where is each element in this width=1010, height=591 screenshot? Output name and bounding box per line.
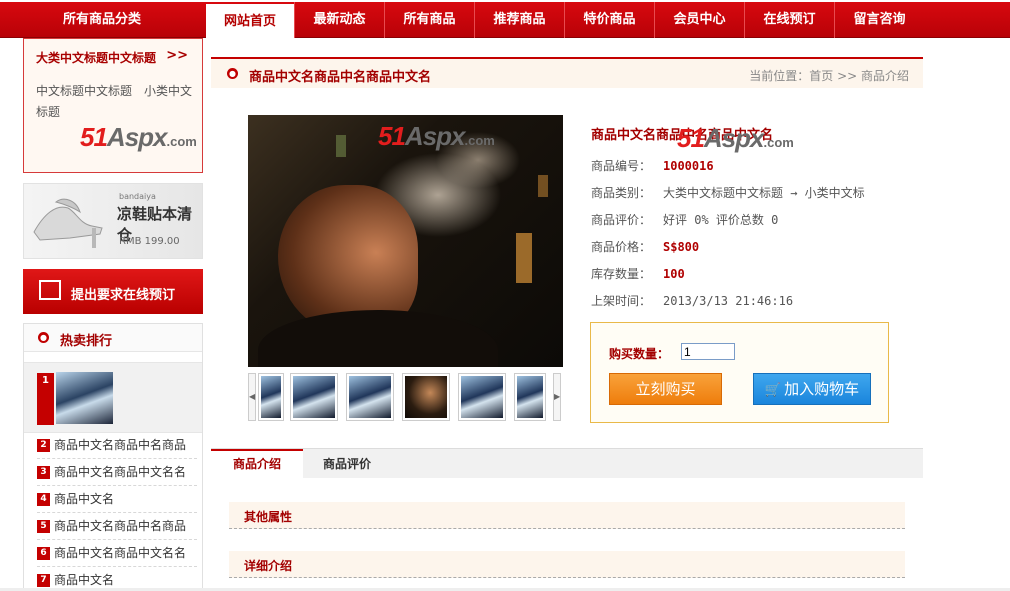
cart-icon: 🛒 — [764, 383, 782, 398]
online-order-button[interactable]: 提出要求在线预订 — [23, 269, 203, 314]
section-details: 详细介绍 — [229, 551, 905, 578]
rank-badge: 1 — [37, 373, 54, 425]
watermark-logo-image: 51Aspx.com — [378, 121, 495, 151]
hot-item-text[interactable]: 商品中文名商品中文名名 — [54, 541, 186, 565]
nav-news[interactable]: 最新动态 — [294, 2, 384, 38]
breadcrumb[interactable]: 当前位置：首页 >> 商品介绍 — [749, 67, 909, 84]
section-title: 其他属性 — [244, 510, 293, 524]
product-price-row: 商品价格： S$800 — [591, 240, 700, 254]
banner-price: RMB 199.00 — [119, 236, 180, 247]
product-date-row: 上架时间： 2013/3/13 21:46:16 — [591, 294, 794, 308]
promo-banner[interactable]: bandaiya 凉鞋贴本清仓 RMB 199.00 — [23, 183, 203, 259]
thumbnail[interactable] — [458, 373, 506, 421]
thumbnail-strip: ◀ ▶ — [248, 373, 563, 421]
product-category: 大类中文标题中文标题 → 小类中文标 — [663, 186, 865, 200]
section-title: 详细介绍 — [244, 559, 293, 573]
thumbnail[interactable] — [346, 373, 394, 421]
top-nav: 所有商品分类 网站首页 最新动态 所有商品 推荐商品 特价商品 会员中心 在线预… — [0, 2, 1010, 38]
thumbnail[interactable] — [402, 373, 450, 421]
hot-item-text[interactable]: 商品中文名 — [54, 487, 114, 511]
hot-item-4[interactable]: 4 商品中文名 — [37, 487, 197, 513]
thumbnail[interactable] — [514, 373, 546, 421]
product-category-row: 商品类别： 大类中文标题中文标题 → 小类中文标 — [591, 186, 865, 200]
product-stock-row: 库存数量： 100 — [591, 267, 685, 281]
quantity-label: 购买数量： — [609, 347, 670, 361]
bullet-icon: ● — [38, 332, 49, 343]
product-rating: 好评 0% 评价总数 0 — [663, 213, 779, 227]
hot-item-text[interactable]: 商品中文名商品中名商品 — [54, 433, 186, 457]
banner-brand: bandaiya — [119, 192, 156, 201]
product-id-row: 商品编号： 1000016 — [591, 159, 714, 173]
hot-item-1[interactable]: 1 — [24, 362, 202, 433]
hot-item-6[interactable]: 6 商品中文名商品中文名名 — [37, 541, 197, 567]
buy-now-button[interactable]: 立刻购买 — [609, 373, 722, 405]
product-stock: 100 — [663, 267, 685, 281]
rank-badge: 7 — [37, 574, 50, 587]
nav-specials[interactable]: 特价商品 — [564, 2, 654, 38]
product-tabs: 商品介绍 商品评价 — [211, 448, 923, 479]
product-id: 1000016 — [663, 159, 714, 173]
hot-ranking-header: ● 热卖排行 — [24, 324, 202, 352]
nav-member-center[interactable]: 会员中心 — [654, 2, 744, 38]
product-date: 2013/3/13 21:46:16 — [663, 294, 794, 308]
hot-item-text[interactable]: 商品中文名商品中名商品 — [54, 514, 186, 538]
checkbox-icon — [39, 280, 61, 300]
hot-ranking-box: ● 热卖排行 1 2 商品中文名商品中名商品 3 商品中文名商品中文名名 4 商品中文… — [23, 323, 203, 591]
hot-ranking-title: 热卖排行 — [60, 334, 113, 349]
category-sub-links[interactable]: 中文标题中文标题 小类中文标题 — [36, 81, 196, 123]
title-bar: ● 商品中文名商品中名商品中文名 当前位置：首页 >> 商品介绍 — [211, 57, 923, 88]
product-rating-row: 商品评价： 好评 0% 评价总数 0 — [591, 213, 779, 227]
hot-item-2[interactable]: 2 商品中文名商品中名商品 — [37, 433, 197, 459]
hot-item-text[interactable]: 商品中文名商品中文名名 — [54, 460, 186, 484]
all-categories-title[interactable]: 所有商品分类 — [0, 2, 204, 38]
rank-badge: 3 — [37, 466, 50, 479]
rank-badge: 6 — [37, 547, 50, 560]
quantity-input[interactable] — [681, 343, 735, 360]
category-title[interactable]: 大类中文标题中文标题 — [36, 49, 156, 66]
nav-home[interactable]: 网站首页 — [206, 4, 294, 38]
section-other-attributes: 其他属性 — [229, 502, 905, 529]
category-more-arrows[interactable]: >> — [166, 48, 188, 63]
hot-item-5[interactable]: 5 商品中文名商品中名商品 — [37, 514, 197, 540]
add-to-cart-button[interactable]: 🛒 加入购物车 — [753, 373, 871, 405]
shoe-icon — [33, 198, 103, 248]
tab-reviews[interactable]: 商品评价 — [303, 449, 391, 479]
purchase-box: 购买数量： 立刻购买 🛒加入购物车 — [590, 322, 889, 423]
nav-online-booking[interactable]: 在线预订 — [744, 2, 834, 38]
tab-description[interactable]: 商品介绍 — [211, 449, 303, 479]
chevron-left-icon[interactable]: ◀ — [248, 373, 256, 421]
rank-badge: 4 — [37, 493, 50, 506]
thumbnail[interactable] — [258, 373, 284, 421]
online-order-label: 提出要求在线预订 — [71, 288, 176, 303]
nav-recommended[interactable]: 推荐商品 — [474, 2, 564, 38]
chevron-right-icon[interactable]: ▶ — [553, 373, 561, 421]
rank-badge: 2 — [37, 439, 50, 452]
hot-item-3[interactable]: 3 商品中文名商品中文名名 — [37, 460, 197, 486]
product-main-image[interactable]: 51Aspx.com — [248, 115, 563, 367]
nav-message[interactable]: 留言咨询 — [834, 2, 924, 38]
watermark-logo-right: 51Aspx.com — [677, 123, 794, 153]
product-thumbnail[interactable] — [56, 372, 113, 424]
thumbnail[interactable] — [290, 373, 338, 421]
watermark-logo-left: 51Aspx.com — [80, 122, 197, 152]
page-title: 商品中文名商品中名商品中文名 — [249, 70, 432, 85]
nav-all-products[interactable]: 所有商品 — [384, 2, 474, 38]
bullet-icon: ● — [227, 68, 238, 79]
rank-badge: 5 — [37, 520, 50, 533]
product-price: S$800 — [663, 240, 700, 254]
